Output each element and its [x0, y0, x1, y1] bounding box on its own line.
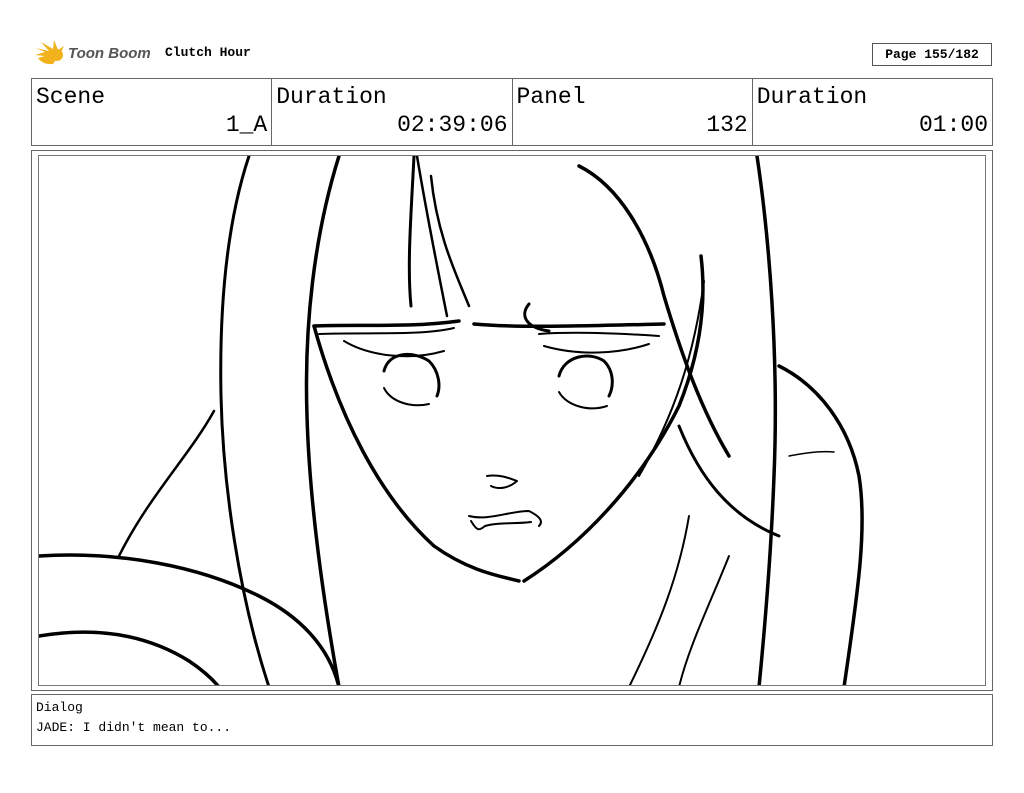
dialog-box: Dialog JADE: I didn't mean to... — [31, 694, 993, 746]
panel-duration-value: 01:00 — [918, 112, 988, 138]
logo-burst-icon: Toon Boom — [35, 40, 151, 65]
dialog-text: JADE: I didn't mean to... — [36, 720, 232, 735]
panel-duration-cell: Duration 01:00 — [753, 79, 992, 145]
scene-label: Scene — [36, 84, 106, 110]
storyboard-drawing — [38, 155, 986, 686]
panel-info-row: Scene 1_A Duration 02:39:06 Panel 132 Du… — [31, 78, 993, 146]
scene-duration-label: Duration — [276, 84, 387, 110]
project-title: Clutch Hour — [165, 45, 251, 60]
scene-value: 1_A — [225, 112, 268, 138]
panel-value: 132 — [706, 112, 748, 138]
panel-duration-label: Duration — [756, 84, 868, 110]
page-indicator: Page 155/182 — [872, 43, 992, 66]
sketch-artwork — [39, 156, 864, 685]
logo-text: Toon Boom — [68, 45, 151, 62]
panel-cell: Panel 132 — [513, 79, 753, 145]
panel-label: Panel — [516, 84, 586, 110]
dialog-label: Dialog — [36, 700, 83, 715]
toon-boom-logo: Toon Boom — [33, 38, 158, 68]
scene-duration-cell: Duration 02:39:06 — [272, 79, 513, 145]
scene-duration-value: 02:39:06 — [397, 112, 508, 138]
storyboard-panel-frame — [31, 150, 993, 691]
scene-cell: Scene 1_A — [32, 79, 273, 145]
